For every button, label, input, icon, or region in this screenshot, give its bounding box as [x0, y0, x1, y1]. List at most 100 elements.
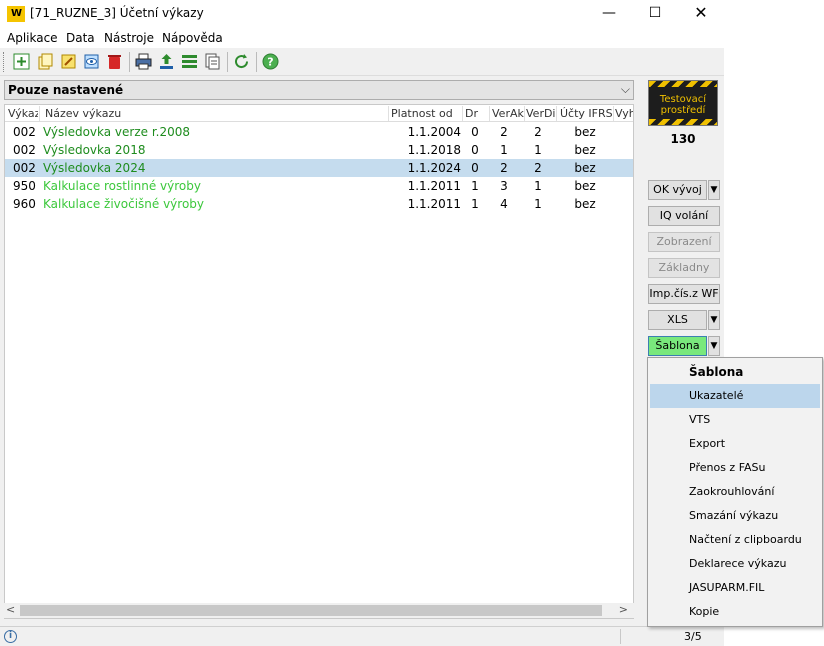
filter-label: Pouze nastavené	[8, 83, 124, 97]
menu-bar: Aplikace Data Nástroje Nápověda	[0, 28, 724, 48]
maximize-button[interactable]: ☐	[632, 0, 678, 28]
cell-date: 1.1.2011	[407, 179, 461, 193]
help-icon[interactable]: ?	[261, 52, 280, 71]
menu-nastroje[interactable]: Nástroje	[104, 31, 154, 45]
copy-icon[interactable]	[36, 52, 55, 71]
cell-dr: 1	[471, 197, 479, 211]
cell-name: Kalkulace rostlinné výroby	[43, 179, 201, 193]
toolbar-separator	[227, 52, 228, 72]
upload-icon[interactable]	[157, 52, 176, 71]
view-icon[interactable]	[82, 52, 101, 71]
cell-dr: 1	[471, 179, 479, 193]
menu-item-prenos-fasu[interactable]: Přenos z FASu	[650, 456, 820, 480]
menu-napoveda[interactable]: Nápověda	[162, 31, 223, 45]
menu-item-zaokrouhlovani[interactable]: Zaokrouhlování	[650, 480, 820, 504]
ok-vyvoj-button[interactable]: OK vývoj	[648, 180, 707, 200]
cell-date: 1.1.2011	[407, 197, 461, 211]
menu-item-vts[interactable]: VTS	[650, 408, 820, 432]
list-icon[interactable]	[180, 52, 199, 71]
column-header-dr[interactable]: Dr	[465, 107, 489, 120]
cell-code: 950	[13, 179, 36, 193]
menu-item-export[interactable]: Export	[650, 432, 820, 456]
scroll-left-icon[interactable]: <	[6, 603, 15, 616]
cell-dr: 0	[471, 125, 479, 139]
print-icon[interactable]	[134, 52, 153, 71]
toolbar-separator	[129, 52, 130, 72]
cell-verak: 4	[500, 197, 508, 211]
menu-aplikace[interactable]: Aplikace	[7, 31, 58, 45]
menu-item-ukazatele[interactable]: Ukazatelé	[650, 384, 820, 408]
menu-item-kopie[interactable]: Kopie	[650, 600, 820, 624]
cell-code: 002	[13, 161, 36, 175]
cell-verdi: 1	[534, 179, 542, 193]
minimize-button[interactable]: —	[586, 0, 632, 28]
document-icon[interactable]	[203, 52, 222, 71]
window-title: [71_RUZNE_3] Účetní výkazy	[30, 6, 204, 20]
column-header-vyh[interactable]: Vyh	[615, 107, 633, 120]
test-environment-badge: Testovací prostředí	[648, 80, 718, 126]
column-header-ucty[interactable]: Účty IFRS	[560, 107, 612, 120]
warning-stripe	[649, 119, 717, 125]
column-header-nazev[interactable]: Název výkazu	[45, 107, 385, 120]
delete-icon[interactable]	[105, 52, 124, 71]
cell-name: Kalkulace živočišné výroby	[43, 197, 205, 211]
chevron-down-icon[interactable]: ⌵	[621, 82, 630, 97]
zakladny-button[interactable]: Základny	[648, 258, 720, 278]
menu-data[interactable]: Data	[66, 31, 95, 45]
table-row[interactable]: 002 Výsledovka 2024 1.1.2024 0 2 2 bez	[5, 159, 633, 177]
add-icon[interactable]	[12, 52, 31, 71]
xls-dropdown-icon[interactable]: ▼	[708, 310, 720, 330]
status-bar: i 3/5	[0, 626, 724, 646]
menu-item-jasuparm[interactable]: JASUPARM.FIL	[650, 576, 820, 600]
scroll-right-icon[interactable]: >	[619, 603, 628, 616]
refresh-icon[interactable]	[232, 52, 251, 71]
env-text: Testovací prostředí	[649, 94, 717, 116]
cell-ucty: bez	[574, 197, 596, 211]
column-header-vykaz[interactable]: Výkaz	[8, 107, 38, 120]
filter-select[interactable]: Pouze nastavené ⌵	[4, 80, 634, 100]
edit-icon[interactable]	[59, 52, 78, 71]
env-line-2: prostředí	[660, 105, 706, 116]
menu-item-sablona[interactable]: Šablona	[650, 360, 820, 384]
svg-text:?: ?	[267, 56, 273, 69]
ok-vyvoj-dropdown-icon[interactable]: ▼	[708, 180, 720, 200]
menu-item-deklarace[interactable]: Deklarece výkazu	[650, 552, 820, 576]
column-header-verdi[interactable]: VerDi	[526, 107, 556, 120]
close-button[interactable]: ✕	[678, 0, 724, 28]
cell-ucty: bez	[574, 125, 596, 139]
menu-item-smazani[interactable]: Smazání výkazu	[650, 504, 820, 528]
title-bar: W [71_RUZNE_3] Účetní výkazy — ☐ ✕	[0, 0, 724, 28]
iq-volani-button[interactable]: IQ volání	[648, 206, 720, 226]
cell-verak: 3	[500, 179, 508, 193]
sablona-dropdown-icon[interactable]: ▼	[708, 336, 720, 356]
scrollbar-thumb[interactable]	[20, 605, 602, 616]
cell-ucty: bez	[574, 179, 596, 193]
zobrazeni-button[interactable]: Zobrazení	[648, 232, 720, 252]
cell-verak: 2	[500, 125, 508, 139]
table-row[interactable]: 960 Kalkulace živočišné výroby 1.1.2011 …	[5, 195, 633, 213]
cell-code: 960	[13, 197, 36, 211]
import-numbers-button[interactable]: Imp.čís.z WF	[648, 284, 720, 304]
column-header-verak[interactable]: VerAk	[492, 107, 524, 120]
sablona-button[interactable]: Šablona	[648, 336, 707, 356]
table-row[interactable]: 950 Kalkulace rostlinné výroby 1.1.2011 …	[5, 177, 633, 195]
table-header: Výkaz Název výkazu Platnost od Dr VerAk …	[5, 105, 633, 122]
cell-verak: 2	[500, 161, 508, 175]
cell-ucty: bez	[574, 143, 596, 157]
xls-button[interactable]: XLS	[648, 310, 707, 330]
table-row[interactable]: 002 Výsledovka 2018 1.1.2018 0 1 1 bez	[5, 141, 633, 159]
cell-verdi: 1	[534, 197, 542, 211]
horizontal-scrollbar[interactable]: < >	[4, 603, 634, 618]
cell-verdi: 2	[534, 125, 542, 139]
reports-table: Výkaz Název výkazu Platnost od Dr VerAk …	[4, 104, 634, 619]
column-header-platnost[interactable]: Platnost od	[391, 107, 461, 120]
cell-code: 002	[13, 125, 36, 139]
menu-item-nacteni-clipboard[interactable]: Načtení z clipboardu	[650, 528, 820, 552]
cell-name: Výsledovka verze r.2008	[43, 125, 191, 139]
app-window: W [71_RUZNE_3] Účetní výkazy — ☐ ✕ Aplik…	[0, 0, 724, 646]
info-icon[interactable]: i	[4, 630, 17, 643]
table-row[interactable]: 002 Výsledovka verze r.2008 1.1.2004 0 2…	[5, 123, 633, 141]
cell-code: 002	[13, 143, 36, 157]
env-line-1: Testovací	[659, 94, 707, 105]
cell-ucty: bez	[574, 161, 596, 175]
